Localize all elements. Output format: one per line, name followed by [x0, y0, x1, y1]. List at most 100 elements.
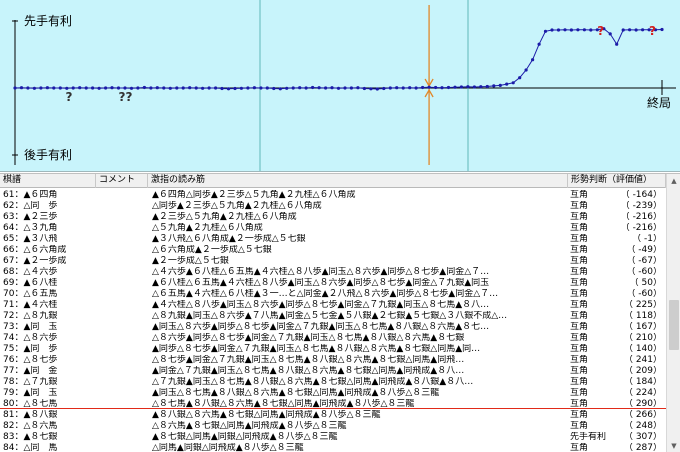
list-item[interactable]: 74：△８六歩 △８六歩▲同歩△８七歩▲同金△７九銀▲同玉△８七馬▲８八銀△８六馬… — [0, 333, 666, 344]
column-header-comment[interactable]: コメント — [96, 174, 148, 188]
score-cell: （ 266） — [623, 410, 662, 420]
eval-point — [563, 28, 567, 32]
eval-cell: 互角 — [570, 256, 589, 266]
list-item[interactable]: 61：▲６四角 ▲６四角△同歩▲２三歩△５九角▲２九桂△６八角成 互角 （ -164） — [0, 190, 666, 201]
line-cell: ▲８七銀△同馬▲同銀△同飛成▲８八歩△８三龍 — [152, 432, 338, 442]
list-item[interactable]: 83：▲８七銀 ▲８七銀△同馬▲同銀△同飛成▲８八歩△８三龍 先手有利 （ 307） — [0, 432, 666, 443]
eval-point — [498, 83, 502, 87]
score-cell: （ 210） — [623, 333, 662, 343]
eval-graph[interactable]: 先手有利 後手有利 終局????? — [0, 0, 680, 172]
list-item[interactable]: 71：▲４六桂 ▲４六桂△８八歩▲同玉△８六歩▲同歩△８七歩▲同金△７九銀▲同玉△… — [0, 300, 666, 311]
eval-point — [175, 86, 179, 90]
column-header-line[interactable]: 激指の読み筋 — [148, 174, 568, 188]
move-cell: 82：△８六馬 — [3, 421, 58, 431]
scroll-down-icon[interactable]: ▼ — [668, 440, 680, 452]
list-item[interactable]: 84：△同 馬 △同馬▲同銀△同飛成▲８八歩△８三龍 互角 （ 287） — [0, 443, 666, 452]
move-cell: 73：▲同 玉 — [3, 322, 58, 332]
eval-point — [479, 85, 483, 89]
line-cell: ▲８八銀△８六馬▲８七銀△同馬▲同飛成▲８八歩△８三龍 — [152, 410, 381, 420]
eval-point — [336, 86, 341, 90]
eval-point — [19, 86, 24, 90]
column-header-eval[interactable]: 形勢判断（評価値） — [568, 174, 666, 188]
eval-point — [453, 85, 457, 89]
list-item[interactable]: 62：△同 歩 △同歩▲２三歩△５九角▲２九桂△６八角成 互角 （ -239） — [0, 201, 666, 212]
eval-cell: 互角 — [570, 223, 589, 233]
eval-point — [317, 86, 321, 90]
eval-point — [434, 85, 438, 90]
list-item[interactable]: 69：▲６八桂 ▲６八桂△６五馬▲４六桂△８八歩▲同玉△８六歩▲同歩△８七歩▲同金… — [0, 278, 666, 289]
eval-point — [369, 87, 373, 91]
eval-point — [304, 86, 308, 90]
move-cell: 67：▲２一歩成 — [3, 256, 67, 266]
list-item[interactable]: 77：▲同 金 ▲同金△７九銀▲同玉△８七馬▲８八銀△８六馬▲８七銀△同馬▲同飛成… — [0, 366, 666, 377]
list-item[interactable]: 72：△８九銀 △８九銀▲同玉△８六歩▲７八馬▲同金△５七金▲５八銀▲２七銀▲５七… — [0, 311, 666, 322]
list-item[interactable]: 73：▲同 玉 ▲同玉△８六歩▲同歩△８七歩▲同金△７九銀▲同玉△８七馬▲８八銀△… — [0, 322, 666, 333]
eval-cell: 互角 — [570, 190, 589, 200]
eval-point — [291, 86, 295, 90]
score-cell: （ -60） — [626, 267, 662, 277]
move-cell: 72：△８九銀 — [3, 311, 58, 321]
eval-cell: 互角 — [570, 212, 589, 222]
eval-cell: 互角 — [570, 443, 589, 452]
score-cell: （ 224） — [623, 388, 662, 398]
scroll-up-icon[interactable]: ▲ — [668, 175, 680, 187]
list-item[interactable]: 64：△３九角 △５九角▲２九桂△６八角成 互角 （ -216） — [0, 223, 666, 234]
eval-point — [375, 87, 379, 91]
move-cell: 83：▲８七銀 — [3, 432, 58, 442]
eval-point — [382, 86, 386, 91]
eval-point — [78, 86, 82, 90]
eval-point — [110, 86, 114, 90]
eval-point — [259, 86, 263, 90]
move-cell: 84：△同 馬 — [3, 443, 58, 452]
list-item[interactable]: 68：△４六歩 △４六歩▲６八桂△６五馬▲４六桂△８八歩▲同玉△８六歩▲同歩△８七… — [0, 267, 666, 278]
list-item[interactable]: 66：△６六角成 △６六角成▲２一歩成△５七銀 互角 （ -49） — [0, 245, 666, 256]
move-list[interactable]: 61：▲６四角 ▲６四角△同歩▲２三歩△５九角▲２九桂△６八角成 互角（ -164）… — [0, 188, 666, 452]
eval-point — [58, 86, 62, 90]
eval-cell: 互角 — [570, 278, 589, 288]
list-item[interactable]: 76：△８七歩 △８七歩▲同金△７九銀▲同玉△８七馬▲８八銀△８六馬▲８七銀△同馬… — [0, 355, 666, 366]
score-cell: （ -164） — [620, 190, 662, 200]
eval-point — [194, 86, 198, 90]
list-item[interactable]: 78：△７九銀 △７九銀▲同玉△８七馬▲８八銀△８六馬▲８七銀△同馬▲同飛成▲８八… — [0, 377, 666, 388]
eval-point — [220, 86, 224, 91]
move-cell: 79：▲同 玉 — [3, 388, 58, 398]
list-item[interactable]: 81：▲８八銀 ▲８八銀△８六馬▲８七銀△同馬▲同飛成▲８八歩△８三龍 互角 （ 26… — [0, 410, 666, 421]
list-item[interactable]: 65：▲３八飛 ▲３八飛△６八角成▲２一歩成△５七銀 互角 （ -1） — [0, 234, 666, 245]
list-item[interactable]: 67：▲２一歩成 ▲２一歩成△５七銀 互角 （ -67） — [0, 256, 666, 267]
eval-point — [278, 87, 282, 91]
line-cell: ▲６四角△同歩▲２三歩△５九角▲２九桂△６八角成 — [152, 190, 356, 200]
column-header-move[interactable]: 棋譜 — [0, 174, 96, 188]
eval-point — [45, 86, 50, 90]
score-cell: （ -216） — [620, 212, 662, 222]
vertical-scrollbar[interactable]: ▲ ▼ — [666, 174, 680, 452]
line-cell: ▲３八飛△６八角成▲２一歩成△５七銀 — [152, 234, 306, 244]
score-cell: （ 225） — [623, 300, 662, 310]
scroll-thumb[interactable] — [669, 300, 679, 350]
eval-point — [285, 86, 289, 90]
eval-point — [492, 84, 496, 88]
score-cell: （ 167） — [623, 322, 662, 332]
list-item[interactable]: 79：▲同 玉 ▲同玉△８七馬▲８八銀△８六馬▲８七銀△同馬▲同飛成▲８八歩△８三… — [0, 388, 666, 399]
eval-point — [188, 86, 192, 90]
score-cell: （ 184） — [623, 377, 662, 387]
eval-point — [168, 86, 172, 90]
list-item[interactable]: 63：▲２三歩 ▲２三歩△５九角▲２九桂△６八角成 互角 （ -216） — [0, 212, 666, 223]
eval-point — [330, 86, 334, 90]
eval-cell: 互角 — [570, 355, 589, 365]
list-item[interactable]: 75：▲同 歩 ▲同歩△８七歩▲同金△７九銀▲同玉△８七馬▲８八銀△８六馬▲８七銀… — [0, 344, 666, 355]
list-item[interactable]: 82：△８六馬 △８六馬▲８七銀△同馬▲同飛成▲８八歩△８三龍 互角 （ 248） — [0, 421, 666, 432]
eval-point — [401, 86, 405, 90]
line-cell: ▲同歩△８七歩▲同金△７九銀▲同玉△８七馬▲８八銀△８六馬▲８七銀△同馬▲同… — [152, 344, 481, 354]
eval-graph-canvas[interactable]: 先手有利後手有利 終局????? — [0, 0, 680, 172]
score-cell: （ 307） — [623, 432, 662, 442]
eval-point — [569, 28, 574, 32]
move-cell: 74：△８六歩 — [3, 333, 58, 343]
eval-point — [414, 86, 418, 90]
move-cell: 61：▲６四角 — [3, 190, 58, 200]
score-cell: （ -67） — [626, 256, 662, 266]
eval-point — [39, 86, 43, 90]
list-item[interactable]: 70：△６五馬 △６五馬▲４六桂△６八桂▲３一…と△同金▲２八飛△８六歩▲同歩△８… — [0, 289, 666, 300]
move-cell: 77：▲同 金 — [3, 366, 58, 376]
eval-point — [265, 86, 269, 90]
eval-point — [136, 86, 140, 90]
